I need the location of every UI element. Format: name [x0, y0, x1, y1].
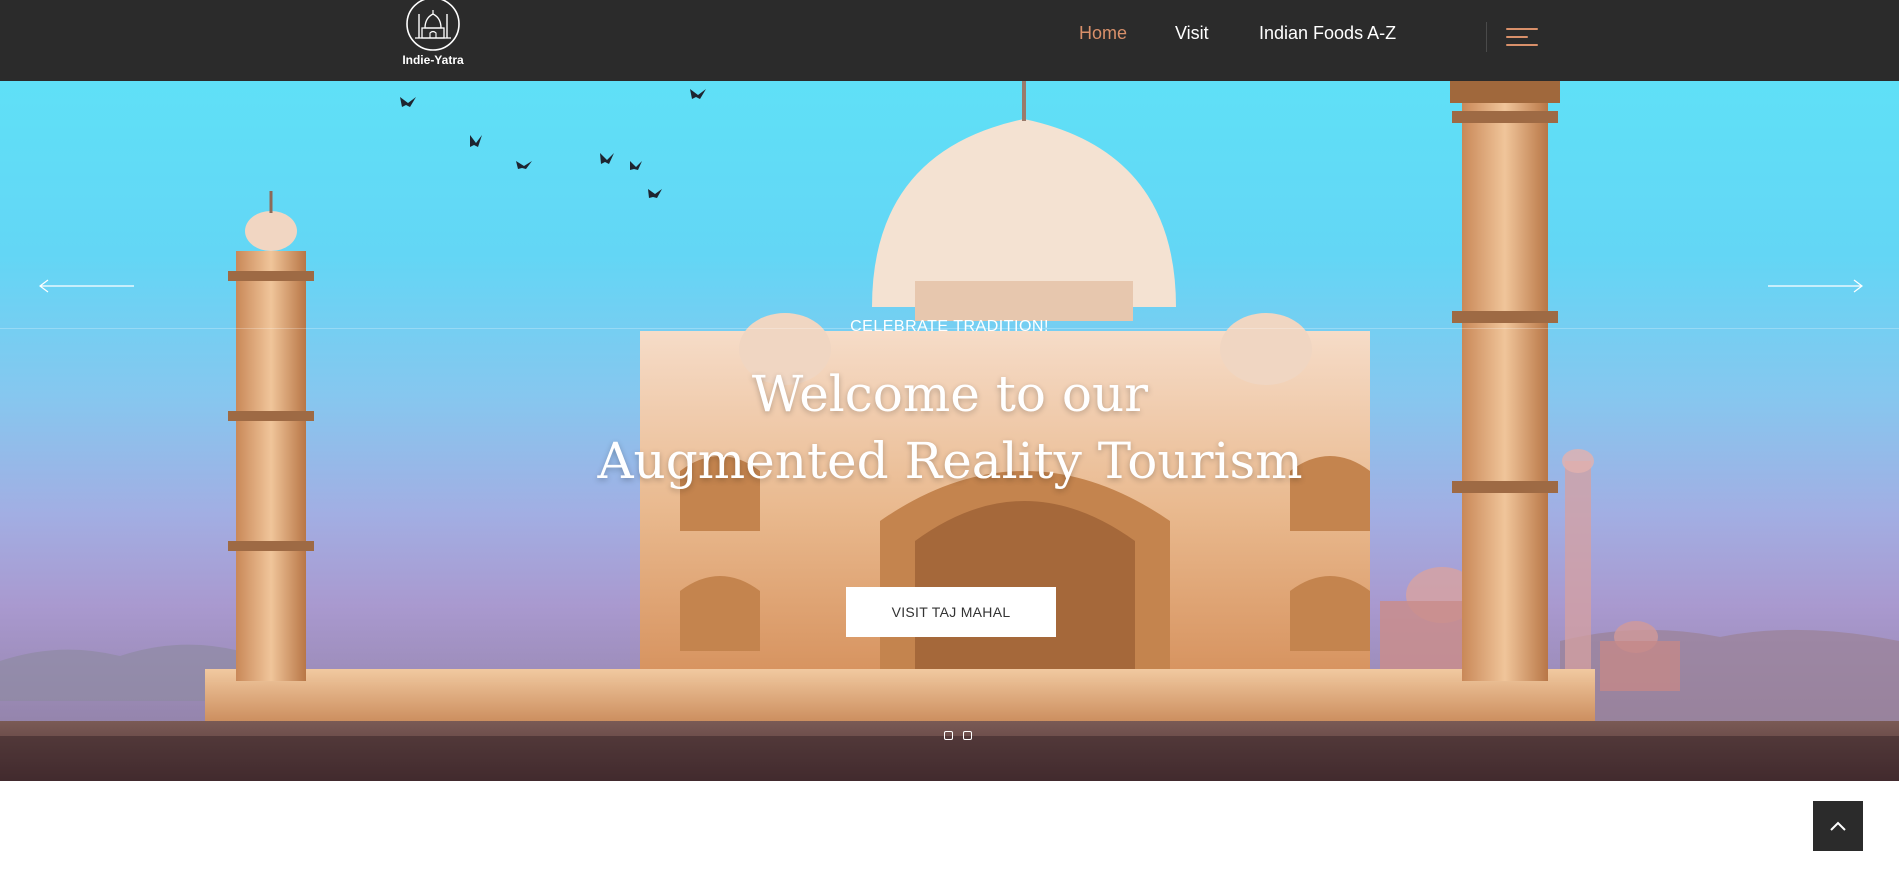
visit-taj-mahal-button[interactable]: VISIT TAJ MAHAL [846, 587, 1056, 637]
chevron-up-icon [1830, 821, 1846, 831]
nav-item-indian-foods[interactable]: Indian Foods A-Z [1259, 23, 1396, 44]
slider-pagination [944, 731, 972, 740]
slider-dot-2[interactable] [963, 731, 972, 740]
scroll-to-top-button[interactable] [1813, 801, 1863, 851]
arrow-left-icon[interactable] [38, 277, 134, 295]
brand-name: Indie-Yatra [402, 53, 464, 67]
slider-dot-1[interactable] [944, 731, 953, 740]
hero-slider: CELEBRATE TRADITION! Welcome to our Augm… [0, 81, 1899, 781]
hero-title-line-2: Augmented Reality Tourism [597, 432, 1303, 490]
nav-item-home[interactable]: Home [1079, 23, 1127, 44]
nav-divider [1486, 22, 1487, 52]
hero-title-line-1: Welcome to our [751, 365, 1149, 423]
arrow-right-icon[interactable] [1768, 277, 1864, 295]
top-navbar: Indie-Yatra Home Visit Indian Foods A-Z [0, 0, 1899, 81]
hero-title: Welcome to our Augmented Reality Tourism [500, 361, 1400, 495]
hamburger-icon[interactable] [1506, 26, 1538, 48]
main-nav: Home Visit Indian Foods A-Z [0, 23, 1899, 49]
hero-kicker: CELEBRATE TRADITION! [850, 318, 1049, 335]
nav-item-visit[interactable]: Visit [1175, 23, 1209, 44]
